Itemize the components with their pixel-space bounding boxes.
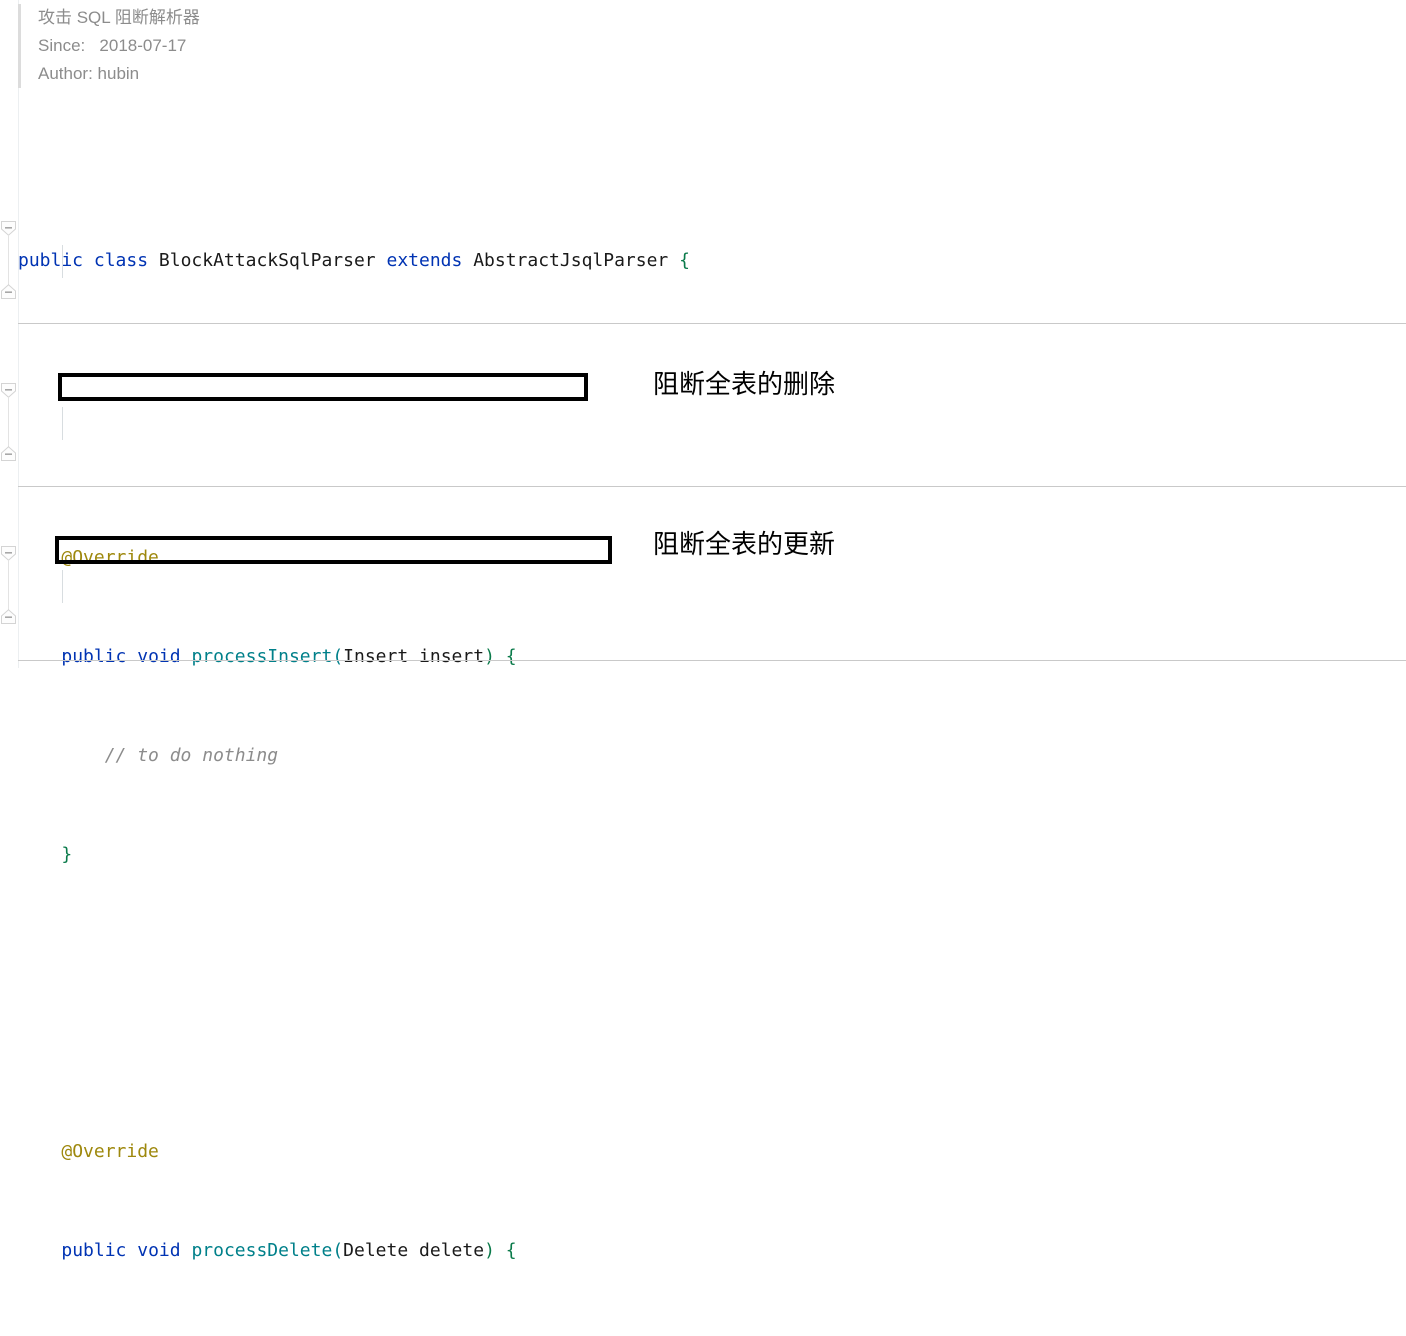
override-annotation-insert: @Override bbox=[61, 547, 159, 568]
javadoc-author-line: Author: hubin bbox=[38, 64, 140, 83]
insert-paren-open: ( bbox=[332, 646, 344, 667]
delete-keyword-public: public bbox=[61, 1240, 127, 1261]
delete-param-name: delete bbox=[419, 1240, 485, 1261]
class-open-brace: { bbox=[679, 250, 690, 271]
javadoc-since-value: 2018-07-17 bbox=[99, 36, 187, 55]
annotation-note-delete: 阻断全表的删除 bbox=[653, 369, 836, 399]
delete-method-name: processDelete bbox=[191, 1240, 333, 1261]
delete-keyword-void: void bbox=[137, 1240, 181, 1261]
javadoc-since-line: Since: 2018-07-17 bbox=[38, 32, 938, 60]
code-content[interactable]: public class BlockAttackSqlParser extend… bbox=[18, 112, 1406, 1336]
insert-keyword-public: public bbox=[61, 646, 127, 667]
override-annotation-delete: @Override bbox=[61, 1141, 159, 1162]
insert-close-brace: } bbox=[61, 844, 73, 865]
insert-param-type: Insert bbox=[343, 646, 409, 667]
code-line-class-declaration[interactable]: public class BlockAttackSqlParser extend… bbox=[18, 244, 1406, 277]
fold-collapse-icon-delete-end[interactable] bbox=[1, 446, 16, 461]
indent-guide-update-body bbox=[62, 570, 63, 603]
keyword-class: class bbox=[93, 250, 149, 271]
class-name: BlockAttackSqlParser bbox=[158, 250, 376, 271]
method-separator-1 bbox=[18, 323, 1406, 324]
annotation-note-update: 阻断全表的更新 bbox=[653, 529, 836, 559]
code-line-blank-2 bbox=[18, 970, 1406, 1003]
code-line-delete-signature[interactable]: public void processDelete(Delete delete)… bbox=[18, 1234, 1406, 1267]
fold-collapse-icon-update-end[interactable] bbox=[1, 609, 16, 624]
keyword-public: public bbox=[18, 250, 84, 271]
fold-collapse-icon-insert-end[interactable] bbox=[1, 284, 16, 299]
javadoc-comment-block: 攻击 SQL 阻断解析器 Since: 2018-07-17 Author: h… bbox=[18, 4, 938, 88]
insert-signature-tail: ) { bbox=[484, 646, 517, 667]
method-separator-2 bbox=[18, 486, 1406, 487]
editor-gutter bbox=[0, 0, 19, 668]
delete-paren-open: ( bbox=[332, 1240, 344, 1261]
code-line-insert-comment[interactable]: // to do nothing bbox=[18, 739, 1406, 772]
fold-collapse-icon-delete-start[interactable] bbox=[1, 383, 16, 398]
keyword-extends: extends bbox=[386, 250, 463, 271]
fold-collapse-icon-update-start[interactable] bbox=[1, 546, 16, 561]
insert-body-comment: // to do nothing bbox=[104, 745, 279, 766]
code-line-delete-assert[interactable]: Assert.notNull(delete.getWhere(), messag… bbox=[18, 1333, 1406, 1336]
code-line-insert-signature[interactable]: public void processInsert(Insert insert)… bbox=[18, 640, 1406, 673]
delete-signature-tail: ) { bbox=[484, 1240, 517, 1261]
superclass-name: AbstractJsqlParser bbox=[473, 250, 669, 271]
fold-collapse-icon-insert-start[interactable] bbox=[1, 221, 16, 236]
code-line-delete-annotation[interactable]: @Override bbox=[18, 1135, 1406, 1168]
code-line-insert-close[interactable]: } bbox=[18, 838, 1406, 871]
delete-param-type: Delete bbox=[343, 1240, 409, 1261]
insert-keyword-void: void bbox=[137, 646, 181, 667]
indent-guide-insert-body bbox=[62, 245, 63, 278]
insert-method-name: processInsert bbox=[191, 646, 333, 667]
code-editor-view[interactable]: 攻击 SQL 阻断解析器 Since: 2018-07-17 Author: h… bbox=[0, 0, 1406, 1261]
insert-param-name: insert bbox=[419, 646, 485, 667]
javadoc-since-label: Since: bbox=[38, 36, 86, 55]
method-separator-3 bbox=[18, 660, 1406, 661]
indent-guide-delete-body bbox=[62, 407, 63, 440]
javadoc-title: 攻击 SQL 阻断解析器 bbox=[38, 8, 200, 27]
